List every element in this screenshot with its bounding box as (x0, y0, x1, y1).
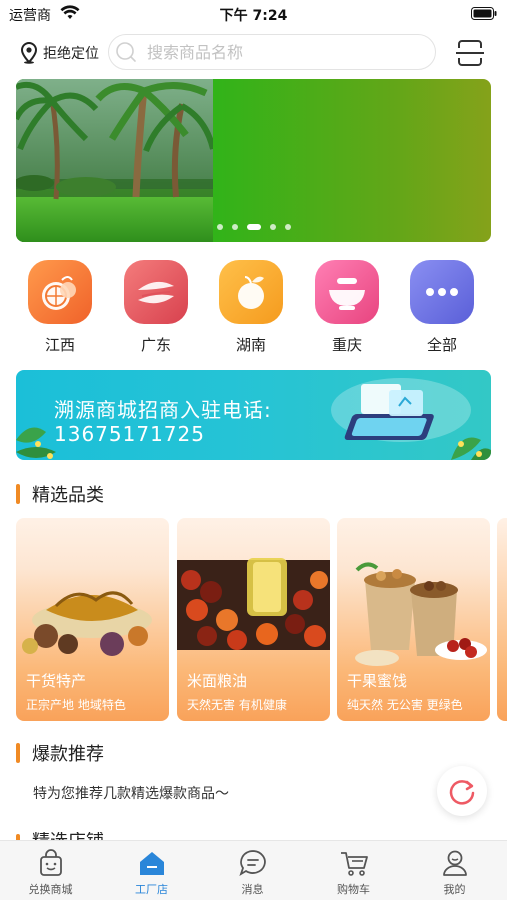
clock: 下午 7:24 (219, 8, 288, 24)
hot-subtitle: 特为您推荐几款精选爆款商品～ (33, 786, 229, 802)
hot-section-header: 爆款推荐 (16, 740, 104, 766)
merchant-promo-banner[interactable]: 溯源商城招商入驻电话: 13675171725 (16, 370, 491, 460)
carousel-indicator (217, 224, 300, 230)
section-accent-bar (16, 743, 20, 763)
region-label: 重庆 (331, 336, 362, 354)
cart-icon (340, 852, 368, 876)
card-subtitle: 纯天然 无公害 更绿色 (347, 698, 463, 712)
nuts-image (355, 562, 487, 666)
card-title: 米面粮油 (187, 672, 248, 690)
category-card-nuts[interactable]: 干果蜜饯 纯天然 无公害 更绿色 (337, 518, 490, 721)
category-card-peek[interactable] (497, 518, 507, 721)
card-title: 干果蜜饯 (347, 672, 408, 690)
section-accent-bar (16, 484, 20, 504)
carousel-dot[interactable] (270, 224, 276, 230)
card-subtitle: 天然无害 有机健康 (187, 698, 287, 712)
section-title: 爆款推荐 (32, 744, 104, 765)
phone-illustration (331, 378, 491, 460)
region-label: 广东 (140, 336, 171, 354)
category-card-dried-goods[interactable]: 干货特产 正宗产地 地域特色 (16, 518, 169, 721)
search-input[interactable] (147, 42, 407, 62)
tab-label: 我的 (443, 883, 466, 896)
factory-home-icon (139, 852, 164, 875)
more-dots-icon (410, 260, 474, 324)
peach-fruit-icon (219, 260, 283, 324)
tab-label: 购物车 (337, 883, 370, 896)
tab-exchange-mall[interactable]: 兑换商城 (0, 841, 101, 900)
banner-carousel[interactable] (16, 79, 491, 242)
location-pin-icon (20, 42, 38, 64)
message-icon (238, 850, 266, 877)
bottom-tab-bar: 兑换商城 工厂店 消息 购物车 我的 (0, 840, 507, 900)
card-title: 干货特产 (26, 672, 87, 690)
section-title: 精选品类 (32, 485, 104, 506)
banner-image (16, 79, 213, 242)
search-bar[interactable] (108, 34, 436, 70)
region-hunan[interactable]: 湖南 (218, 260, 284, 355)
leaf-icon (124, 260, 188, 324)
carousel-dot-active[interactable] (247, 224, 261, 230)
orange-fruit-icon (28, 260, 92, 324)
region-label: 湖南 (235, 336, 266, 354)
region-all[interactable]: 全部 (409, 260, 475, 355)
tab-factory-store[interactable]: 工厂店 (101, 841, 202, 900)
search-icon (116, 42, 136, 62)
carousel-dot[interactable] (217, 224, 223, 230)
featured-section-header: 精选品类 (16, 481, 104, 507)
carousel-dot[interactable] (232, 224, 238, 230)
tab-cart[interactable]: 购物车 (303, 841, 404, 900)
shopping-bag-icon (39, 849, 62, 876)
tab-label: 兑换商城 (28, 883, 73, 896)
battery-icon (471, 7, 497, 20)
promo-title: 溯源商城招商入驻电话: (54, 398, 272, 422)
region-guangdong[interactable]: 广东 (123, 260, 189, 355)
region-label: 全部 (426, 336, 457, 354)
promo-phone: 13675171725 (54, 422, 205, 446)
tab-profile[interactable]: 我的 (404, 841, 505, 900)
scan-icon[interactable] (455, 38, 485, 68)
location-label: 拒绝定位 (43, 46, 99, 62)
profile-icon (442, 850, 467, 876)
region-label: 江西 (44, 336, 75, 354)
dried-goods-image (22, 591, 152, 656)
region-jiangxi[interactable]: 江西 (27, 260, 93, 355)
bowl-icon (315, 260, 379, 324)
palm-fruit-image (177, 558, 330, 650)
refresh-icon (449, 780, 475, 805)
carousel-dot[interactable] (285, 224, 291, 230)
tab-label: 消息 (241, 883, 264, 896)
refresh-button[interactable] (437, 766, 487, 816)
tab-messages[interactable]: 消息 (202, 841, 303, 900)
tab-label: 工厂店 (135, 883, 168, 896)
region-chongqing[interactable]: 重庆 (314, 260, 380, 355)
card-subtitle: 正宗产地 地域特色 (26, 698, 126, 712)
category-card-grain-oil[interactable]: 米面粮油 天然无害 有机健康 (177, 518, 330, 721)
location-button[interactable]: 拒绝定位 (20, 40, 99, 66)
status-bar: 运营商 下午 7:24 (0, 0, 507, 28)
